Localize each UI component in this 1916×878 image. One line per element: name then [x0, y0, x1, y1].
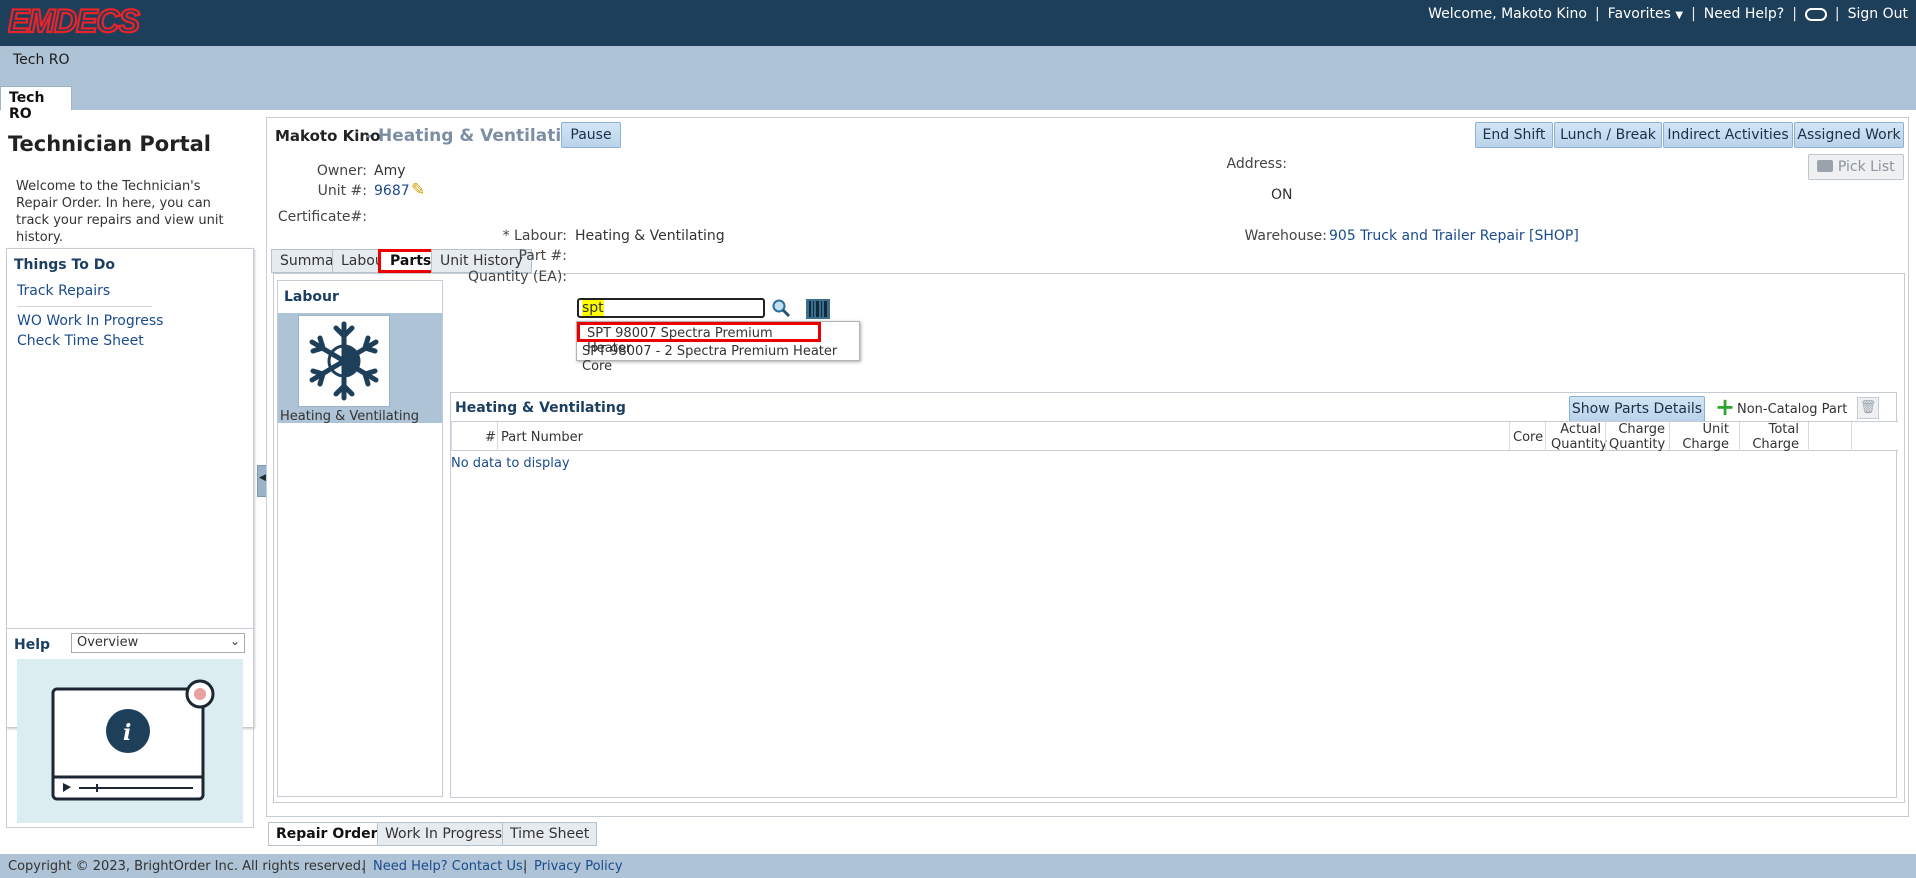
emdecs-logo[interactable]: EMDECS	[8, 4, 178, 38]
part-suggestion-dropdown: SPT 98007 Spectra Premium Heater SPT 980…	[576, 321, 861, 374]
labour-item-label: Heating & Ventilating	[280, 409, 419, 424]
chat-icon[interactable]	[1804, 7, 1827, 21]
end-shift-button[interactable]: End Shift	[1475, 122, 1553, 148]
pause-button[interactable]: Pause	[561, 122, 621, 148]
breadcrumb[interactable]: Tech RO	[13, 52, 70, 68]
part-number-label: Part #:	[518, 248, 567, 264]
tab-time-sheet[interactable]: Time Sheet	[502, 822, 598, 846]
labour-item-heating[interactable]: Heating & Ventilating	[278, 313, 442, 424]
snowflake-sun-icon	[298, 315, 390, 407]
plus-icon[interactable]: +	[1715, 395, 1735, 419]
suggestion-item[interactable]: SPT 98007 - 2 Spectra Premium Heater Cor…	[577, 342, 861, 374]
contact-help-link[interactable]: Need Help? Contact Us.	[373, 859, 527, 874]
divider	[17, 306, 152, 307]
labour-field-value: Heating & Ventilating	[575, 228, 725, 244]
labour-list-header: Labour	[284, 289, 339, 305]
pick-list-button[interactable]: Pick List	[1808, 154, 1904, 180]
portal-description: Welcome to the Technician's Repair Order…	[16, 179, 224, 245]
tab-tech-ro[interactable]: Tech RO	[0, 86, 72, 122]
top-header: EMDECS Welcome, Makoto Kino | Favorites …	[0, 0, 1916, 46]
job-title: - Heating & Ventilating	[365, 126, 586, 146]
printer-icon	[1817, 160, 1834, 172]
need-help-link[interactable]: Need Help?	[1704, 6, 1784, 22]
owner-value: Amy	[374, 163, 406, 179]
sign-out-link[interactable]: Sign Out	[1848, 6, 1908, 22]
portal-title: Technician Portal	[8, 132, 211, 156]
col-part-number: Part Number	[501, 430, 584, 445]
part-number-value: spt	[582, 300, 604, 316]
caret-down-icon: ▼	[1675, 10, 1684, 21]
lunch-break-button[interactable]: Lunch / Break	[1554, 122, 1662, 148]
things-to-do-title: Things To Do	[14, 257, 115, 273]
address-value: ON	[1271, 187, 1293, 203]
wo-work-in-progress-link[interactable]: WO Work In Progress	[17, 313, 163, 329]
search-icon[interactable]	[771, 298, 791, 318]
unit-link[interactable]: 9687	[374, 183, 410, 199]
unit-label: Unit #:	[317, 183, 367, 199]
col-charge-quantity: Charge Quantity	[1609, 422, 1666, 452]
col-unit-charge: Unit Charge	[1682, 422, 1729, 452]
labour-list: Labour Heating & Ventilating	[277, 280, 443, 797]
col-actual-quantity: Actual Quantity	[1551, 422, 1608, 452]
pick-list-label: Pick List	[1837, 159, 1895, 175]
parts-table-header: # Part Number Core Actual Quantity Charg…	[451, 421, 1898, 452]
warehouse-value[interactable]: 905 Truck and Trailer Repair [SHOP]	[1329, 228, 1579, 244]
tab-repair-order[interactable]: Repair Order	[268, 822, 386, 846]
breadcrumb-bar: Tech RO	[0, 46, 1916, 80]
check-time-sheet-link[interactable]: Check Time Sheet	[17, 333, 144, 349]
labour-field-label: * Labour:	[502, 228, 567, 244]
address-label: Address:	[1226, 156, 1287, 172]
suggestion-item[interactable]: SPT 98007 Spectra Premium Heater	[577, 322, 821, 356]
quantity-label: Quantity (EA):	[467, 269, 567, 285]
parts-table-panel: Heating & Ventilating Show Parts Details…	[450, 392, 1898, 798]
favorites-menu[interactable]: Favorites ▼	[1608, 6, 1683, 22]
help-topic-value: Overview	[77, 635, 139, 650]
privacy-policy-link[interactable]: Privacy Policy	[534, 859, 623, 874]
tab-bar	[0, 80, 1916, 110]
owner-label: Owner:	[316, 163, 367, 179]
col-core: Core	[1513, 430, 1544, 445]
track-repairs-link[interactable]: Track Repairs	[17, 283, 110, 299]
tab-work-in-progress[interactable]: Work In Progress	[377, 822, 511, 846]
help-box: Help Overview ⌄ i	[6, 628, 254, 828]
help-video-thumbnail[interactable]: i	[17, 659, 243, 823]
warehouse-label: Warehouse:	[1244, 228, 1327, 244]
col-number: #	[485, 430, 496, 445]
assigned-work-button[interactable]: Assigned Work	[1794, 122, 1904, 148]
favorites-label: Favorites	[1607, 6, 1671, 22]
trash-icon[interactable]: 🗑	[1857, 397, 1879, 419]
svg-text:i: i	[123, 720, 131, 746]
left-panel: Technician Portal Welcome to the Technic…	[0, 110, 262, 830]
empty-table-message: No data to display	[451, 456, 570, 471]
barcode-icon[interactable]	[806, 299, 830, 319]
welcome-text: Welcome, Makoto Kino	[1428, 6, 1587, 22]
arrow-left-icon: ◀	[259, 473, 266, 483]
help-title: Help	[14, 637, 51, 653]
indirect-activities-button[interactable]: Indirect Activities	[1663, 122, 1793, 148]
col-total-charge: Total Charge	[1752, 422, 1799, 452]
logo-text: EMDECS	[8, 4, 141, 38]
copyright-text: Copyright © 2023, BrightOrder Inc. All r…	[8, 859, 366, 874]
footer: Copyright © 2023, BrightOrder Inc. All r…	[0, 854, 1916, 878]
pencil-edit-icon[interactable]: ✎	[411, 180, 425, 200]
help-topic-select[interactable]: Overview ⌄	[71, 633, 245, 653]
part-number-input[interactable]: spt	[577, 298, 765, 318]
chevron-down-icon: ⌄	[229, 634, 240, 648]
top-links: Welcome, Makoto Kino | Favorites ▼ | Nee…	[1428, 6, 1908, 22]
parts-table-title: Heating & Ventilating	[455, 400, 626, 416]
non-catalog-part-link[interactable]: Non-Catalog Part	[1737, 402, 1847, 417]
certificate-label: Certificate#:	[277, 209, 367, 225]
show-parts-details-button[interactable]: Show Parts Details	[1569, 396, 1705, 422]
